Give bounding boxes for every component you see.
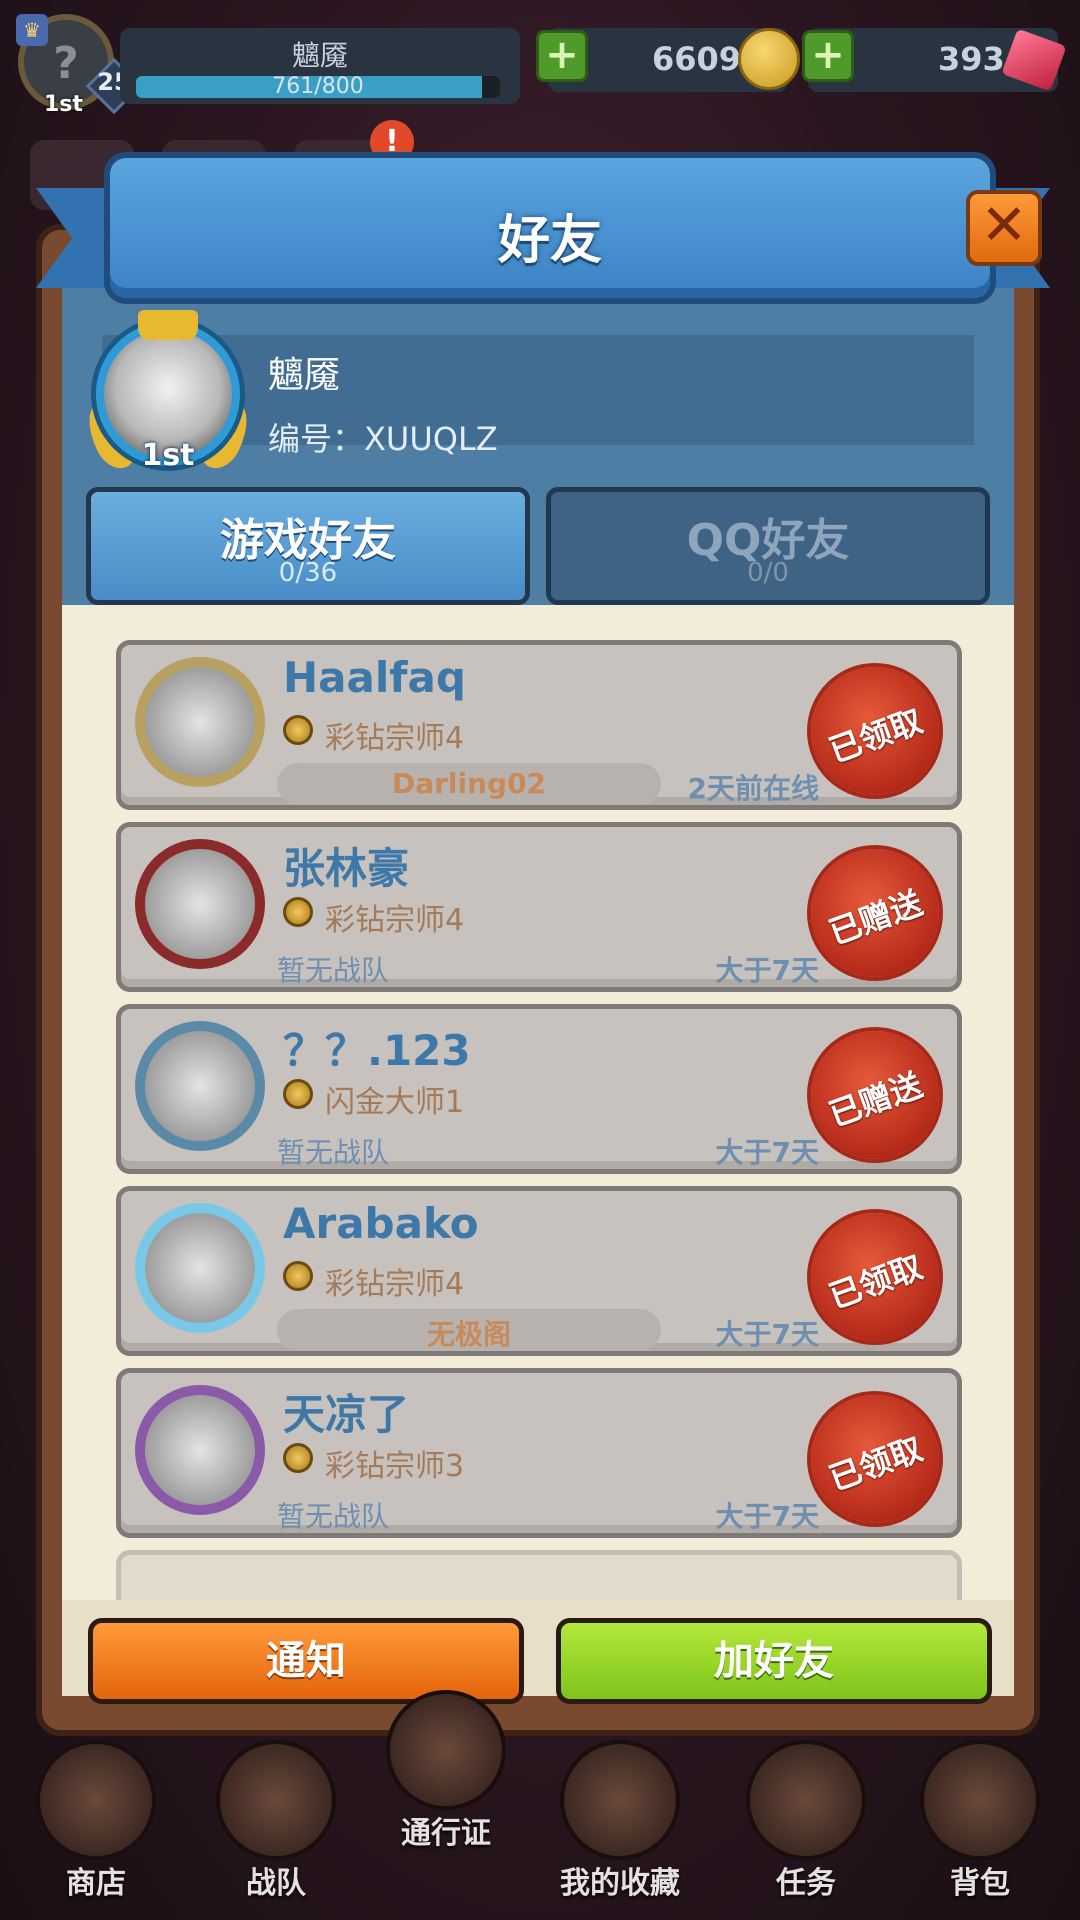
nav-label: 通行证 xyxy=(401,1816,491,1851)
close-button[interactable]: ✕ xyxy=(966,190,1042,266)
friend-row[interactable]: 天凉了 彩钻宗师3 暂无战队 大于7天 已领取 xyxy=(116,1368,962,1538)
friend-team: Darling02 xyxy=(391,767,547,800)
bag-icon xyxy=(920,1740,1040,1860)
nav-collection[interactable]: 我的收藏 xyxy=(540,1720,700,1910)
friend-name: 张林豪 xyxy=(283,844,410,893)
tasks-icon xyxy=(746,1740,866,1860)
pass-icon xyxy=(386,1690,506,1810)
nav-team[interactable]: 战队 xyxy=(196,1720,356,1910)
friend-tier: 彩钻宗师4 xyxy=(325,1267,465,1302)
gem-amount: 393 xyxy=(938,40,1005,78)
friend-last-online: 大于7天 xyxy=(715,1318,819,1351)
friend-row[interactable]: Haalfaq 彩钻宗师4 Darling02 2天前在线 已领取 xyxy=(116,640,962,810)
friend-team: 暂无战队 xyxy=(277,1136,390,1169)
friend-name: Haalfaq xyxy=(283,653,466,702)
friend-team: 无极阁 xyxy=(426,1318,511,1351)
nav-bag[interactable]: 背包 xyxy=(900,1720,1060,1910)
friend-tier: 彩钻宗师4 xyxy=(325,903,465,938)
friend-avatar[interactable] xyxy=(135,1021,265,1151)
friend-tier: 彩钻宗师4 xyxy=(325,721,465,756)
tab-qq-friends[interactable]: QQ好友 0/0 xyxy=(546,487,990,605)
add-friend-button[interactable]: 加好友 xyxy=(556,1618,992,1704)
friend-last-online: 大于7天 xyxy=(715,1500,819,1533)
friend-team: 暂无战队 xyxy=(277,1500,390,1533)
tier-medal-icon xyxy=(283,1443,313,1473)
friend-last-online: 大于7天 xyxy=(715,954,819,987)
tier-medal-icon xyxy=(283,1079,313,1109)
nav-label: 我的收藏 xyxy=(560,1866,680,1901)
friend-name: 天凉了 xyxy=(283,1390,410,1439)
my-name: 魑魇 xyxy=(268,355,341,396)
gold-amount: 6609 xyxy=(652,40,742,78)
bottom-nav: 商店 战队 通行证 我的收藏 任务 背包 xyxy=(0,1690,1080,1920)
my-id: 编号：XUUQLZ xyxy=(268,420,498,458)
tab-game-friends[interactable]: 游戏好友 0/36 xyxy=(86,487,530,605)
team-icon xyxy=(216,1740,336,1860)
player-rank: 1st xyxy=(44,92,83,117)
friend-last-online: 2天前在线 xyxy=(687,772,819,805)
friend-row-partial[interactable] xyxy=(116,1550,962,1600)
nav-shop[interactable]: 商店 xyxy=(16,1720,176,1910)
shop-icon xyxy=(36,1740,156,1860)
nav-tasks[interactable]: 任务 xyxy=(726,1720,886,1910)
tab-count: 0/0 xyxy=(747,558,789,588)
friend-tier: 彩钻宗师3 xyxy=(325,1449,465,1484)
add-gem-button[interactable]: + xyxy=(802,30,854,82)
nav-pass[interactable]: 通行证 xyxy=(366,1670,526,1860)
friend-avatar[interactable] xyxy=(135,657,265,787)
friend-avatar[interactable] xyxy=(135,839,265,969)
top-hud: ? ♛ 1st 25 魑魇 761/800 + 6609 + 393 xyxy=(0,0,1080,120)
friend-name: ？？.123 xyxy=(283,1026,471,1075)
nav-label: 任务 xyxy=(776,1866,836,1901)
friend-avatar[interactable] xyxy=(135,1203,265,1333)
friend-tier: 闪金大师1 xyxy=(325,1085,465,1120)
player-name: 魑魇 xyxy=(291,39,348,72)
tab-count: 0/36 xyxy=(278,558,338,588)
friend-team: 暂无战队 xyxy=(277,954,390,987)
xp-text: 761/800 xyxy=(272,74,364,99)
friend-last-online: 大于7天 xyxy=(715,1136,819,1169)
friend-avatar[interactable] xyxy=(135,1385,265,1515)
tier-medal-icon xyxy=(283,1261,313,1291)
friend-row[interactable]: Arabako 彩钻宗师4 无极阁 大于7天 已领取 xyxy=(116,1186,962,1356)
friend-name: Arabako xyxy=(283,1199,479,1248)
dialog-title: 好友 xyxy=(497,211,602,271)
friend-list[interactable]: Haalfaq 彩钻宗师4 Darling02 2天前在线 已领取 张林豪 彩钻… xyxy=(116,640,962,1600)
nav-label: 战队 xyxy=(246,1866,306,1901)
tier-medal-icon xyxy=(283,715,313,745)
friend-row[interactable]: ？？.123 闪金大师1 暂无战队 大于7天 已赠送 xyxy=(116,1004,962,1174)
nav-label: 商店 xyxy=(66,1866,126,1901)
my-rank-badge: 1st xyxy=(141,438,195,473)
collection-icon xyxy=(560,1740,680,1860)
tier-medal-icon xyxy=(283,897,313,927)
crown-icon: ♛ xyxy=(16,14,48,46)
avatar-crown-icon xyxy=(138,310,198,340)
friend-row[interactable]: 张林豪 彩钻宗师4 暂无战队 大于7天 已赠送 xyxy=(116,822,962,992)
nav-label: 背包 xyxy=(950,1866,1010,1901)
gold-coin-icon xyxy=(738,28,800,90)
add-gold-button[interactable]: + xyxy=(536,30,588,82)
